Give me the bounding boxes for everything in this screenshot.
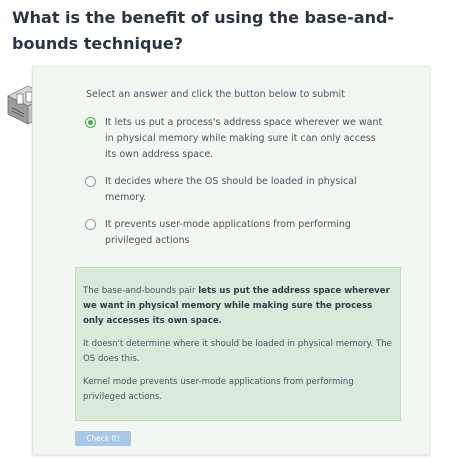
feedback-option-2: It doesn't determine where it should be … [83,339,392,364]
radio-selected-icon[interactable] [85,117,96,128]
page: What is the benefit of using the base-an… [0,0,451,472]
check-it-button[interactable]: Check It! [75,431,131,446]
radio-icon[interactable] [85,219,96,230]
quiz-prompt: Select an answer and click the button be… [86,89,345,100]
answer-option-1[interactable]: It lets us put a process's address space… [85,115,385,163]
answer-option-label: It decides where the OS should be loaded… [105,176,357,203]
feedback-correct: The base-and-bounds pair lets us put the… [83,284,393,329]
question-title: What is the benefit of using the base-an… [12,8,395,53]
answer-option-3[interactable]: It prevents user-mode applications from … [85,217,385,249]
radio-icon[interactable] [85,176,96,187]
answer-option-label: It lets us put a process's address space… [105,117,383,160]
answer-feedback: The base-and-bounds pair lets us put the… [75,267,401,421]
quiz-card: Select an answer and click the button be… [32,66,430,455]
answer-option-2[interactable]: It decides where the OS should be loaded… [85,174,385,206]
feedback-option-3: Kernel mode prevents user-mode applicati… [83,377,354,402]
answer-option-label: It prevents user-mode applications from … [105,219,351,246]
feedback-prefix: The base-and-bounds pair [83,286,199,296]
